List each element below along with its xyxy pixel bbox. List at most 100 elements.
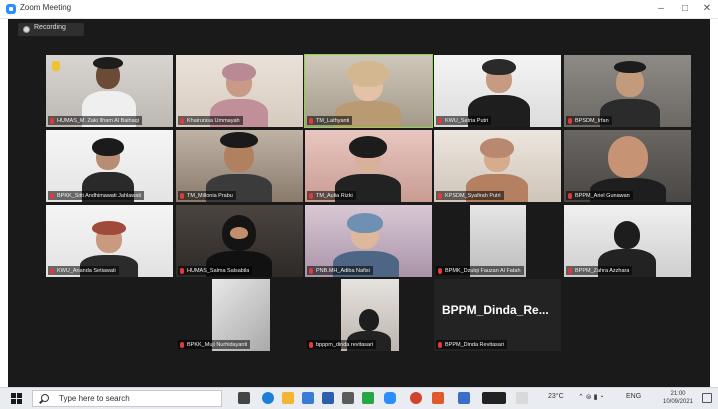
mic-muted-icon bbox=[180, 267, 184, 274]
file-explorer-icon[interactable] bbox=[282, 392, 294, 404]
video-tile[interactable]: TM_Millonia Prabu bbox=[176, 130, 303, 202]
excel-icon[interactable] bbox=[362, 392, 374, 404]
participant-nameplate: KWU_Ananda Setiawati bbox=[48, 266, 119, 275]
participant-hair bbox=[482, 59, 516, 75]
participant-nameplate: bpppm_dinda revitasari bbox=[307, 340, 377, 349]
video-tile-camera-off[interactable]: BPPM_Dinda_Re... BPPM_Dinda Revitasari bbox=[434, 279, 561, 351]
participant-nameplate: TM_Lathyanti bbox=[307, 116, 353, 125]
video-tile[interactable]: BPKK_Sitti Andhimawati Jahlawati bbox=[46, 130, 173, 202]
notification-center-icon[interactable] bbox=[702, 393, 712, 403]
task-view-icon[interactable] bbox=[238, 392, 250, 404]
taskbar-search-box[interactable]: Type here to search bbox=[32, 390, 222, 407]
participant-name: KWU_Ananda Setiawati bbox=[57, 267, 116, 274]
participant-hair bbox=[614, 61, 646, 73]
participant-nameplate: BPPM_Ariel Gunawan bbox=[566, 191, 633, 200]
participant-nameplate: HUMAS_Salma Salsabila bbox=[178, 266, 253, 275]
participant-hijab bbox=[349, 136, 387, 158]
window-titlebar: Zoom Meeting – □ ✕ bbox=[0, 0, 718, 19]
participant-nameplate: BPPM_Zahra Azzhara bbox=[566, 266, 633, 275]
participant-nameplate: TM_Millonia Prabu bbox=[178, 191, 236, 200]
input-language[interactable]: ENG bbox=[626, 393, 641, 400]
participant-hair bbox=[220, 132, 258, 148]
participant-name: bpppm_dinda revitasari bbox=[316, 341, 374, 348]
video-tile[interactable]: HUMAS_Salma Salsabila bbox=[176, 205, 303, 277]
mic-muted-icon bbox=[309, 117, 313, 124]
mic-muted-icon bbox=[438, 341, 442, 348]
video-tile[interactable]: BPKK_Muji Nurhidayanti bbox=[176, 279, 303, 351]
powerpoint-icon[interactable] bbox=[432, 392, 444, 404]
mic-muted-icon bbox=[438, 117, 442, 124]
participant-hair bbox=[93, 57, 123, 69]
minimize-button[interactable]: – bbox=[652, 2, 670, 15]
video-tile[interactable]: BPPM_Zahra Azzhara bbox=[564, 205, 691, 277]
participant-hijab bbox=[480, 138, 514, 158]
participant-hijab bbox=[92, 138, 124, 156]
app-icon[interactable] bbox=[342, 392, 354, 404]
participant-nameplate: BPSDM_Irfan bbox=[566, 116, 612, 125]
participant-nameplate: PNB.MH_Adiba Nafisi bbox=[307, 266, 373, 275]
clock-date: 10/09/2021 bbox=[662, 399, 694, 405]
participant-name: HUMAS_Salma Salsabila bbox=[187, 267, 250, 274]
close-button[interactable]: ✕ bbox=[698, 2, 716, 15]
video-tile[interactable]: PNB.MH_Adiba Nafisi bbox=[305, 205, 432, 277]
weather-temperature[interactable]: 23°C bbox=[548, 393, 564, 400]
participant-nameplate: BPMK_Dzulqi Fauzan Al Fatah bbox=[436, 266, 524, 275]
participant-hijab bbox=[347, 61, 389, 87]
participant-name: BPPM_Dinda Revitasari bbox=[445, 341, 504, 348]
participant-name: BPKK_Sitti Andhimawati Jahlawati bbox=[57, 192, 142, 199]
taskbar-clock[interactable]: 21:00 10/09/2021 bbox=[660, 390, 696, 406]
participant-nameplate: HUMAS_M. Zaki Ilham Al Baihaqi bbox=[48, 116, 142, 125]
video-tile[interactable]: bpppm_dinda revitasari bbox=[305, 279, 432, 351]
edge-browser-icon[interactable] bbox=[262, 392, 274, 404]
video-tile[interactable]: Khairunisa Ummayah bbox=[176, 55, 303, 127]
participant-name: PNB.MH_Adiba Nafisi bbox=[316, 267, 370, 274]
search-icon bbox=[41, 394, 49, 402]
participant-nameplate: BPKK_Muji Nurhidayanti bbox=[178, 340, 251, 349]
video-tile[interactable]: KWU_Satria Putri bbox=[434, 55, 561, 127]
mic-muted-icon bbox=[309, 192, 313, 199]
video-tile[interactable]: BPMK_Dzulqi Fauzan Al Fatah bbox=[434, 205, 561, 277]
mic-muted-icon bbox=[50, 117, 54, 124]
record-icon bbox=[23, 26, 30, 33]
mic-muted-icon bbox=[309, 341, 313, 348]
windows-start-icon[interactable] bbox=[11, 393, 23, 405]
participant-name: BPPM_Zahra Azzhara bbox=[575, 267, 630, 274]
window-title: Zoom Meeting bbox=[20, 3, 72, 12]
video-tile[interactable]: TM_Aulia Rizki bbox=[305, 130, 432, 202]
participant-face bbox=[230, 227, 248, 239]
video-tile[interactable]: KPSDM_Syafirah Putri bbox=[434, 130, 561, 202]
video-tile[interactable]: BPSDM_Irfan bbox=[564, 55, 691, 127]
recording-indicator[interactable]: Recording bbox=[18, 23, 84, 36]
mic-muted-icon bbox=[438, 192, 442, 199]
participant-name: BPKK_Muji Nurhidayanti bbox=[187, 341, 248, 348]
windows-taskbar: Type here to search 23°C ⌃ ⊜ ▮ ◔ ENG 21:… bbox=[0, 387, 718, 409]
chrome-icon[interactable] bbox=[410, 392, 422, 404]
participant-name: BPPM_Ariel Gunawan bbox=[575, 192, 630, 199]
word-icon[interactable] bbox=[322, 392, 334, 404]
participant-name: TM_Millonia Prabu bbox=[187, 192, 233, 199]
show-hidden-icons[interactable] bbox=[516, 392, 528, 404]
store-icon[interactable] bbox=[302, 392, 314, 404]
search-placeholder: Type here to search bbox=[59, 394, 130, 403]
maximize-button[interactable]: □ bbox=[676, 2, 694, 15]
camera-off-display-name: BPPM_Dinda_Re... bbox=[442, 303, 549, 317]
app-icon[interactable] bbox=[458, 392, 470, 404]
participant-name: Khairunisa Ummayah bbox=[187, 117, 240, 124]
mic-muted-icon bbox=[438, 267, 442, 274]
mic-muted-icon bbox=[309, 267, 313, 274]
participant-nameplate: TM_Aulia Rizki bbox=[307, 191, 356, 200]
participant-name: TM_Aulia Rizki bbox=[316, 192, 353, 199]
mic-muted-icon bbox=[568, 192, 572, 199]
clock-time: 21:00 bbox=[670, 391, 686, 397]
video-tile[interactable]: HUMAS_M. Zaki Ilham Al Baihaqi bbox=[46, 55, 173, 127]
participant-name: BPSDM_Irfan bbox=[575, 117, 609, 124]
zoom-app-icon[interactable] bbox=[384, 392, 396, 404]
tray-icons[interactable]: ⌃ ⊜ ▮ ◔ bbox=[578, 393, 604, 401]
video-tile[interactable]: KWU_Ananda Setiawati bbox=[46, 205, 173, 277]
mic-muted-icon bbox=[180, 192, 184, 199]
mic-muted-icon bbox=[50, 192, 54, 199]
participant-name: TM_Lathyanti bbox=[316, 117, 350, 124]
running-app-icon[interactable] bbox=[482, 392, 506, 404]
video-tile-active-speaker[interactable]: TM_Lathyanti bbox=[304, 54, 433, 128]
video-tile[interactable]: BPPM_Ariel Gunawan bbox=[564, 130, 691, 202]
